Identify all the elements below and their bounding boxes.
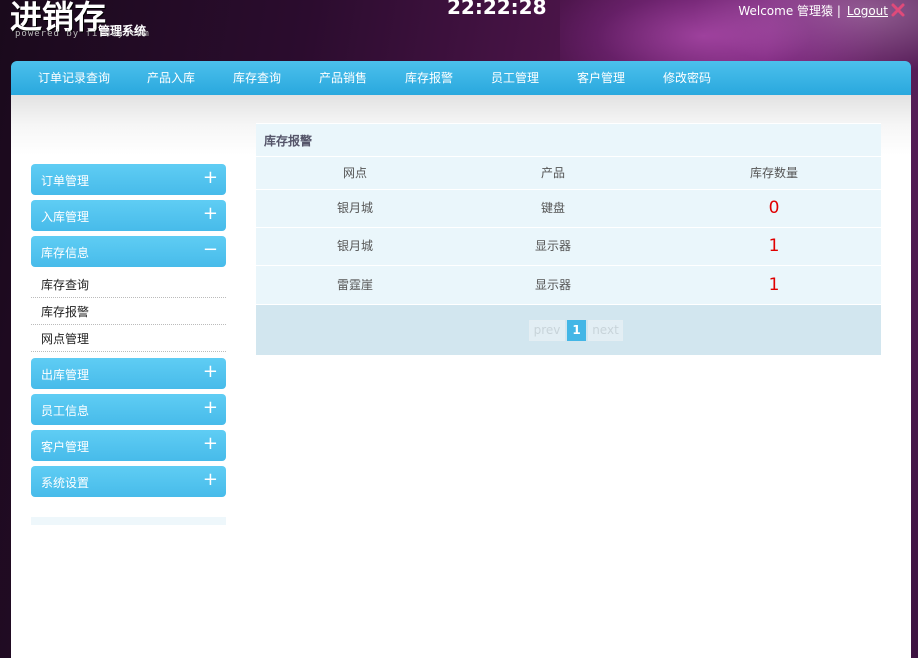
expand-icon: + xyxy=(202,469,218,490)
sidebar-group-customers[interactable]: 客户管理 + xyxy=(31,430,226,461)
table-row: 银月城 键盘 0 xyxy=(256,190,881,228)
sidebar-group-stock-in[interactable]: 入库管理 + xyxy=(31,200,226,231)
cell-outlet: 银月城 xyxy=(336,239,373,253)
collapse-icon: − xyxy=(202,239,218,260)
nav-inventory-query[interactable]: 库存查询 xyxy=(233,61,281,95)
sidebar-item-inventory-alert[interactable]: 库存报警 xyxy=(31,299,226,325)
nav-order-records[interactable]: 订单记录查询 xyxy=(38,61,110,95)
expand-icon: + xyxy=(202,203,218,224)
page-1-button[interactable]: 1 xyxy=(567,320,586,341)
cell-product: 显示器 xyxy=(534,278,571,292)
pagination: prev 1 next xyxy=(256,305,881,355)
welcome-bar: Welcome 管理猿 | Logout xyxy=(738,2,888,19)
cell-product: 显示器 xyxy=(534,239,571,253)
table-header: 网点 产品 库存数量 xyxy=(256,157,881,190)
sidebar-group-label: 入库管理 xyxy=(41,210,90,224)
cell-quantity: 0 xyxy=(768,198,780,218)
sidebar-group-employees[interactable]: 员工信息 + xyxy=(31,394,226,425)
next-button[interactable]: next xyxy=(588,320,623,341)
top-nav: 订单记录查询 产品入库 库存查询 产品销售 库存报警 员工管理 客户管理 修改密… xyxy=(11,61,911,95)
nav-employee-management[interactable]: 员工管理 xyxy=(491,61,539,95)
nav-inventory-alert[interactable]: 库存报警 xyxy=(405,61,453,95)
close-icon[interactable] xyxy=(890,2,906,18)
sidebar-group-label: 库存信息 xyxy=(41,246,90,260)
sidebar-group-label: 员工信息 xyxy=(41,404,90,418)
inventory-alert-panel: 库存报警 网点 产品 库存数量 银月城 键盘 0 银月城 显示器 1 雷霆崖 显… xyxy=(256,123,881,355)
sidebar-group-orders[interactable]: 订单管理 + xyxy=(31,164,226,195)
main-content: 订单管理 + 入库管理 + 库存信息 − 库存查询 库存报警 网点管理 出库管理… xyxy=(11,95,911,658)
expand-icon: + xyxy=(202,167,218,188)
welcome-text: Welcome 管理猿 | xyxy=(738,4,841,18)
logout-link[interactable]: Logout xyxy=(847,4,888,18)
expand-icon: + xyxy=(202,397,218,418)
sidebar-group-settings[interactable]: 系统设置 + xyxy=(31,466,226,497)
nav-product-stock-in[interactable]: 产品入库 xyxy=(147,61,195,95)
nav-change-password[interactable]: 修改密码 xyxy=(663,61,711,95)
sidebar-group-stock-out[interactable]: 出库管理 + xyxy=(31,358,226,389)
sidebar-group-label: 订单管理 xyxy=(41,174,90,188)
nav-customer-management[interactable]: 客户管理 xyxy=(577,61,625,95)
cell-product: 键盘 xyxy=(540,201,565,215)
cell-quantity: 1 xyxy=(768,236,780,256)
sidebar-item-inventory-query[interactable]: 库存查询 xyxy=(31,272,226,298)
cell-quantity: 1 xyxy=(768,275,780,295)
sidebar-footer xyxy=(31,517,226,525)
sidebar-group-label: 客户管理 xyxy=(41,440,90,454)
sidebar-group-label: 出库管理 xyxy=(41,368,90,382)
sidebar-group-inventory[interactable]: 库存信息 − xyxy=(31,236,226,267)
expand-icon: + xyxy=(202,361,218,382)
powered-by-text: powered by firday.com xyxy=(15,29,150,39)
prev-button[interactable]: prev xyxy=(529,320,565,341)
table-row: 银月城 显示器 1 xyxy=(256,228,881,266)
table-row: 雷霆崖 显示器 1 xyxy=(256,266,881,305)
sidebar-item-outlet-management[interactable]: 网点管理 xyxy=(31,326,226,352)
sidebar-group-label: 系统设置 xyxy=(41,476,90,490)
nav-product-sales[interactable]: 产品销售 xyxy=(319,61,367,95)
column-header-quantity: 库存数量 xyxy=(749,166,798,180)
clock: 22:22:28 xyxy=(447,0,547,19)
column-header-product: 产品 xyxy=(540,166,565,180)
cell-outlet: 雷霆崖 xyxy=(336,278,373,292)
panel-title: 库存报警 xyxy=(256,123,881,157)
expand-icon: + xyxy=(202,433,218,454)
column-header-outlet: 网点 xyxy=(342,166,367,180)
cell-outlet: 银月城 xyxy=(336,201,373,215)
